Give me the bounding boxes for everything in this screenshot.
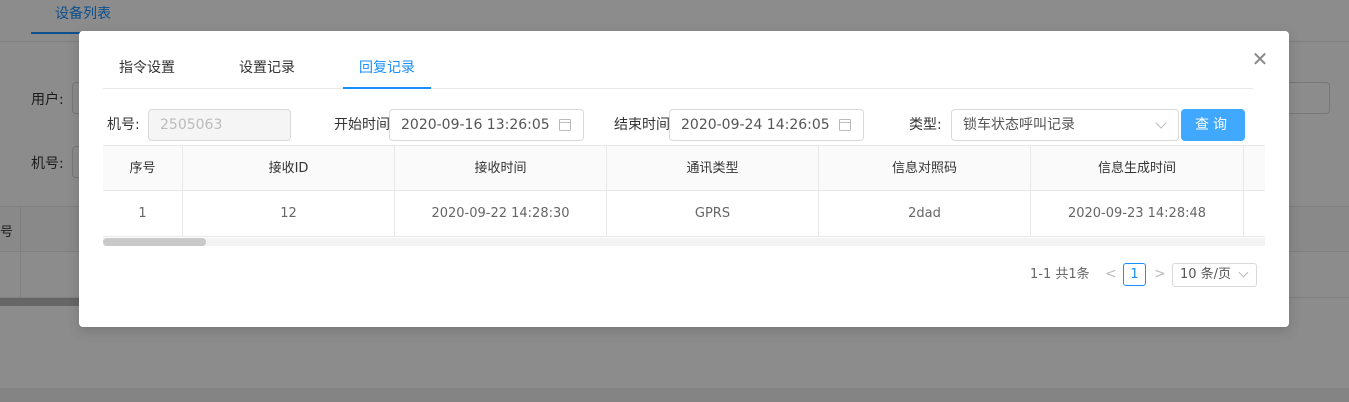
calendar-icon — [839, 119, 851, 131]
cell-receive-id: 12 — [183, 191, 395, 236]
end-time-label: 结束时间 — [614, 117, 670, 133]
cell-receive-time: 2020-09-22 14:28:30 — [395, 191, 607, 236]
modal-tab-bar: 指令设置 设置记录 回复记录 — [103, 48, 1253, 89]
chevron-down-icon — [1238, 267, 1249, 278]
scrollbar-thumb[interactable] — [103, 238, 206, 246]
tab-setting-records[interactable]: 设置记录 — [223, 48, 311, 89]
column-header-receive-time: 接收时间 — [395, 146, 607, 191]
cell-seq: 1 — [103, 191, 183, 236]
end-time-value: 2020-09-24 14:26:05 — [681, 117, 830, 133]
cell-info-time: 2020-09-23 14:28:48 — [1031, 191, 1244, 236]
type-select-value: 锁车状态呼叫记录 — [963, 117, 1075, 133]
reply-record-modal: ✕ 指令设置 设置记录 回复记录 机号: 2505063 开始时间 2020-0… — [79, 31, 1289, 327]
type-select[interactable]: 锁车状态呼叫记录 — [951, 109, 1179, 141]
column-header-info-time: 信息生成时间 — [1031, 146, 1244, 191]
end-time-picker[interactable]: 2020-09-24 14:26:05 — [669, 109, 864, 141]
calendar-icon — [559, 119, 571, 131]
machine-number-input: 2505063 — [148, 109, 291, 141]
start-time-label: 开始时间 — [334, 117, 390, 133]
cell-info-code: 2dad — [819, 191, 1031, 236]
column-header-seq: 序号 — [103, 146, 183, 191]
column-header-comm-type: 通讯类型 — [607, 146, 819, 191]
table-horizontal-scrollbar[interactable] — [103, 238, 1265, 246]
column-header-info-code: 信息对照码 — [819, 146, 1031, 191]
tab-reply-records[interactable]: 回复记录 — [343, 48, 431, 89]
pagination-total: 1-1 共1条 — [1030, 267, 1090, 282]
reply-record-table: 序号 接收ID 接收时间 通讯类型 信息对照码 信息生成时间 1 12 2020… — [103, 145, 1265, 237]
table-row[interactable]: 1 12 2020-09-22 14:28:30 GPRS 2dad 2020-… — [103, 191, 1265, 237]
next-page-icon[interactable]: > — [1154, 266, 1166, 282]
chevron-down-icon — [1155, 117, 1167, 129]
page-size-value: 10 条/页 — [1180, 267, 1232, 282]
query-button[interactable]: 查询 — [1181, 109, 1245, 141]
table-header-row: 序号 接收ID 接收时间 通讯类型 信息对照码 信息生成时间 — [103, 145, 1265, 191]
start-time-value: 2020-09-16 13:26:05 — [401, 117, 550, 133]
cell-comm-type: GPRS — [607, 191, 819, 236]
type-label: 类型: — [909, 117, 942, 133]
column-header-receive-id: 接收ID — [183, 146, 395, 191]
machine-number-label: 机号: — [107, 117, 140, 133]
tab-command-settings[interactable]: 指令设置 — [103, 48, 191, 89]
prev-page-icon[interactable]: < — [1105, 266, 1117, 282]
page-item-current[interactable]: 1 — [1123, 263, 1146, 286]
start-time-picker[interactable]: 2020-09-16 13:26:05 — [389, 109, 584, 141]
page-size-select[interactable]: 10 条/页 — [1172, 263, 1257, 287]
